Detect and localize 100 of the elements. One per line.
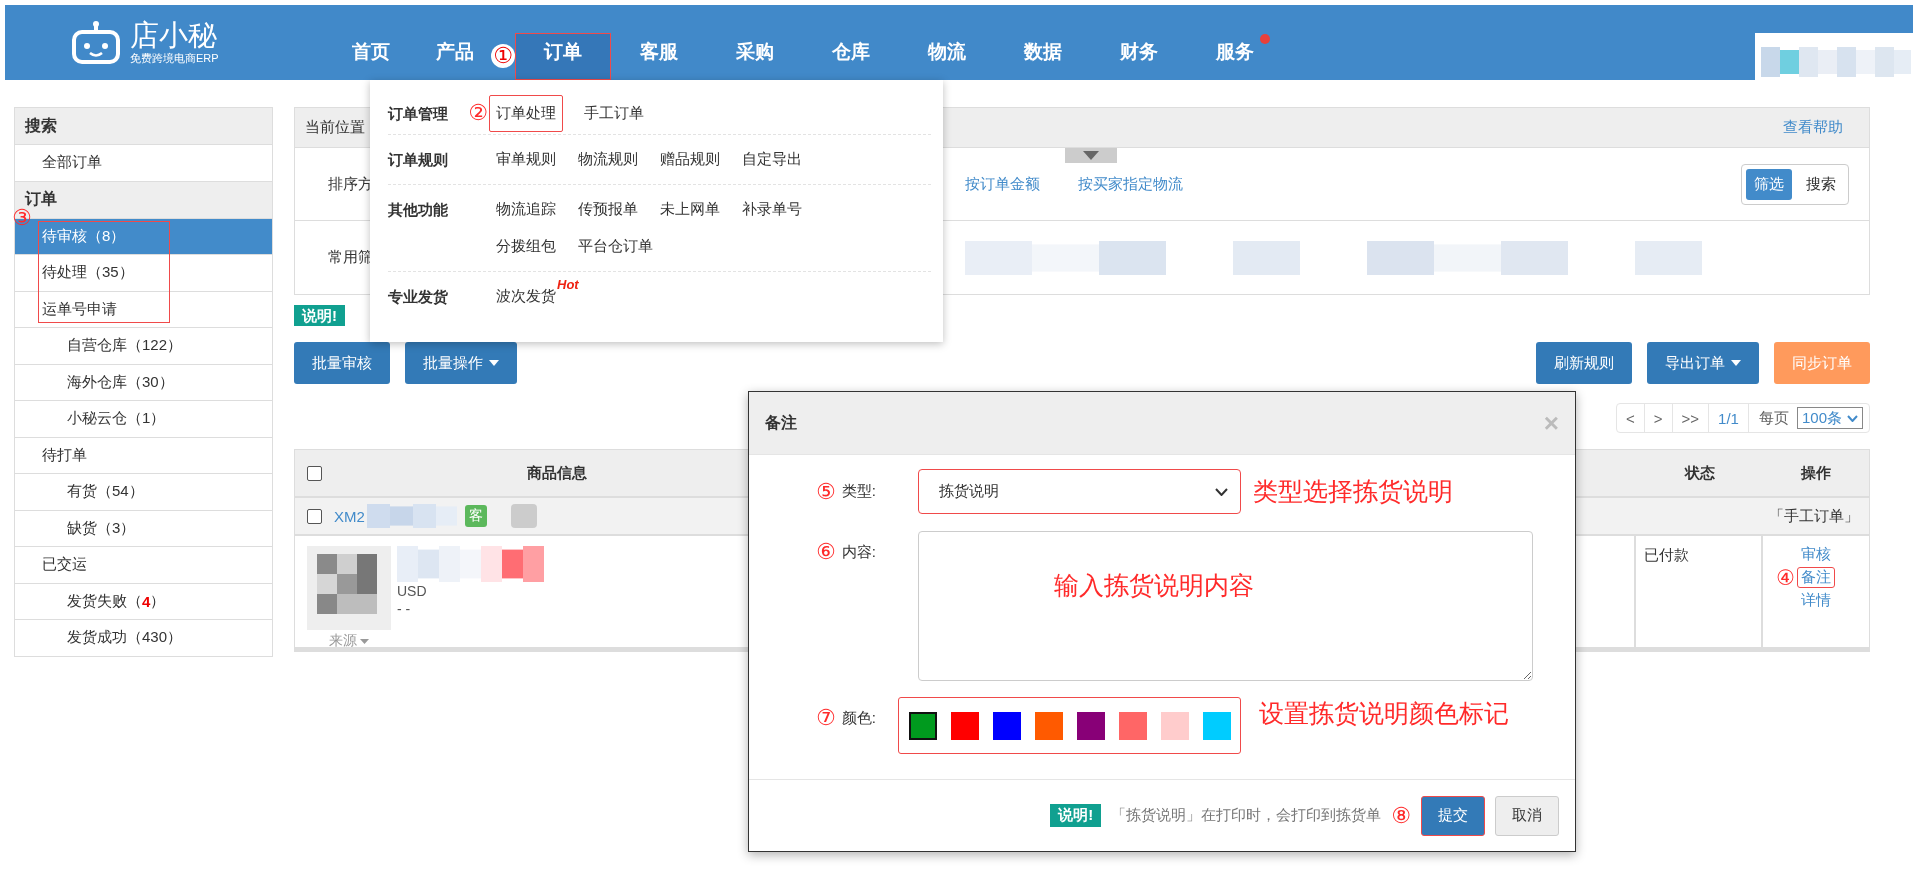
nav-tab[interactable]: 仓库 (803, 33, 899, 80)
sidebar-item[interactable]: 运单号申请 (15, 291, 272, 328)
nav-tab[interactable]: 采购 (707, 33, 803, 80)
nav-tab[interactable]: 订单 (515, 33, 611, 80)
callout-text: 设置拣货说明颜色标记 (1259, 698, 1509, 729)
action-button[interactable]: 取消 (1495, 795, 1559, 836)
sidebar-item[interactable]: 待打单 (15, 437, 272, 474)
column-header: 商品信息 (527, 463, 587, 483)
action-link[interactable]: 详情 (1797, 590, 1835, 611)
sidebar-item[interactable]: 海外仓库（30） (15, 364, 272, 401)
nav-tab[interactable]: 客服 (611, 33, 707, 80)
order-source-label: 「手工订单」 (1769, 506, 1859, 526)
nav-tab[interactable]: 产品 (419, 33, 491, 80)
action-button[interactable]: 批量操作 (405, 342, 517, 384)
step-marker: ⑥ (816, 541, 836, 563)
sidebar-item[interactable]: 发货失败（4） (15, 583, 272, 620)
status-cell: 已付款 (1636, 536, 1763, 650)
menu-group-title: 订单规则 (388, 150, 449, 170)
select-all-checkbox[interactable] (307, 465, 322, 481)
color-swatch[interactable] (1203, 711, 1231, 740)
sidebar-heading: 搜索 (15, 108, 272, 145)
sidebar-item[interactable]: 全部订单 (15, 145, 272, 182)
action-button[interactable]: 刷新规则 (1536, 342, 1632, 384)
column-header: 状态 (1683, 462, 1716, 483)
type-select[interactable]: 拣货说明 (918, 469, 1241, 514)
sidebar-item[interactable]: 小秘云仓（1） (15, 401, 272, 438)
action-button[interactable]: 导出订单 (1647, 342, 1759, 384)
action-link[interactable]: 备注 (1797, 567, 1835, 588)
page-indicator: 1/1 (1709, 404, 1749, 432)
menu-item[interactable]: 传预报单 (571, 191, 645, 228)
nav-tab[interactable]: 数据 (995, 33, 1091, 80)
menu-item[interactable]: 物流追踪 (489, 191, 563, 228)
callout-text: 类型选择拣货说明 (1253, 476, 1453, 507)
dialog-title: 备注 (765, 412, 797, 433)
sidebar-item[interactable]: 缺货（3） (15, 510, 272, 547)
sidebar-item[interactable]: 自营仓库（122） (15, 328, 272, 365)
color-swatch[interactable] (951, 711, 979, 740)
menu-item[interactable]: 自定导出 (735, 141, 809, 178)
page-button[interactable]: < (1617, 404, 1645, 432)
help-link[interactable]: 查看帮助 (1783, 118, 1843, 137)
sidebar-item[interactable]: 已交运 (15, 547, 272, 584)
menu-item[interactable]: 审单规则 (489, 141, 563, 178)
sidebar-item[interactable]: 有货（54） (15, 474, 272, 511)
color-swatch[interactable] (1161, 711, 1189, 740)
nav-tab[interactable]: 服务 (1187, 33, 1283, 80)
chevron-down-icon (1215, 487, 1228, 496)
step-marker: ④ (1776, 567, 1795, 588)
color-swatch[interactable] (1077, 711, 1105, 740)
product-note: - - (397, 600, 412, 618)
caret-down-icon (360, 638, 369, 644)
nav-tab[interactable]: 物流 (899, 33, 995, 80)
color-swatch[interactable] (993, 711, 1021, 740)
hot-label: Hot (557, 277, 579, 292)
menu-item[interactable]: 未上网单 (653, 191, 727, 228)
menu-group-title: 专业发货 (388, 287, 449, 307)
page-button[interactable]: >> (1672, 404, 1710, 432)
menu-item[interactable]: 赠品规则 (653, 141, 727, 178)
menu-item[interactable]: 补录单号 (735, 191, 809, 228)
row-checkbox[interactable] (307, 508, 322, 524)
menu-item[interactable]: 平台仓订单 (571, 228, 660, 265)
menu-group-title: 其他功能 (388, 200, 449, 220)
sort-option[interactable]: 按订单金额 (965, 174, 1040, 194)
per-page-select[interactable]: 100条 (1796, 407, 1863, 429)
chevron-down-icon (1847, 414, 1858, 422)
action-link[interactable]: 审核 (1797, 544, 1835, 565)
color-swatch[interactable] (1035, 711, 1063, 740)
notice-badge: 说明! (294, 305, 345, 326)
step-marker: ② (468, 102, 488, 124)
breadcrumb-label: 当前位置 (305, 118, 365, 137)
page-button[interactable]: > (1644, 404, 1673, 432)
status-tag (510, 504, 537, 528)
nav-tab[interactable]: 财务 (1091, 33, 1187, 80)
content-field[interactable] (918, 531, 1533, 681)
collapse-toggle[interactable] (1065, 148, 1117, 163)
step-marker: ⑦ (816, 707, 836, 729)
nav-tab[interactable]: 首页 (323, 33, 419, 80)
mode-tab[interactable]: 筛选 (1746, 168, 1792, 200)
order-number-link[interactable]: XM2 (334, 507, 365, 525)
sidebar-item[interactable]: 待处理（35） (15, 255, 272, 292)
menu-group-title: 订单管理 (388, 103, 449, 124)
menu-item[interactable]: 物流规则 (571, 141, 645, 178)
field-label: 颜色: (841, 708, 876, 728)
action-button[interactable]: 提交 (1421, 795, 1485, 836)
color-swatch[interactable] (1119, 711, 1147, 740)
menu-item[interactable]: 手工订单 (577, 94, 651, 132)
caret-down-icon (1083, 151, 1099, 160)
color-swatch[interactable] (909, 711, 937, 740)
menu-item[interactable]: 分拨组包 (489, 228, 563, 265)
price-text: USD (397, 582, 428, 600)
step-marker: ⑧ (1391, 804, 1411, 827)
notice-badge: 说明! (1050, 804, 1102, 827)
sort-option[interactable]: 按买家指定物流 (1078, 174, 1183, 194)
logo-tagline: 免费跨境电商ERP (130, 51, 219, 66)
step-marker: ① (491, 44, 515, 68)
menu-item[interactable]: 订单处理 (489, 94, 563, 132)
sidebar-item[interactable]: 发货成功（430） (15, 620, 272, 657)
per-page-label: 每页 (1758, 408, 1789, 428)
action-button[interactable]: 批量审核 (294, 342, 390, 384)
mode-tab[interactable]: 搜索 (1798, 168, 1844, 200)
field-label: 内容: (841, 542, 876, 562)
